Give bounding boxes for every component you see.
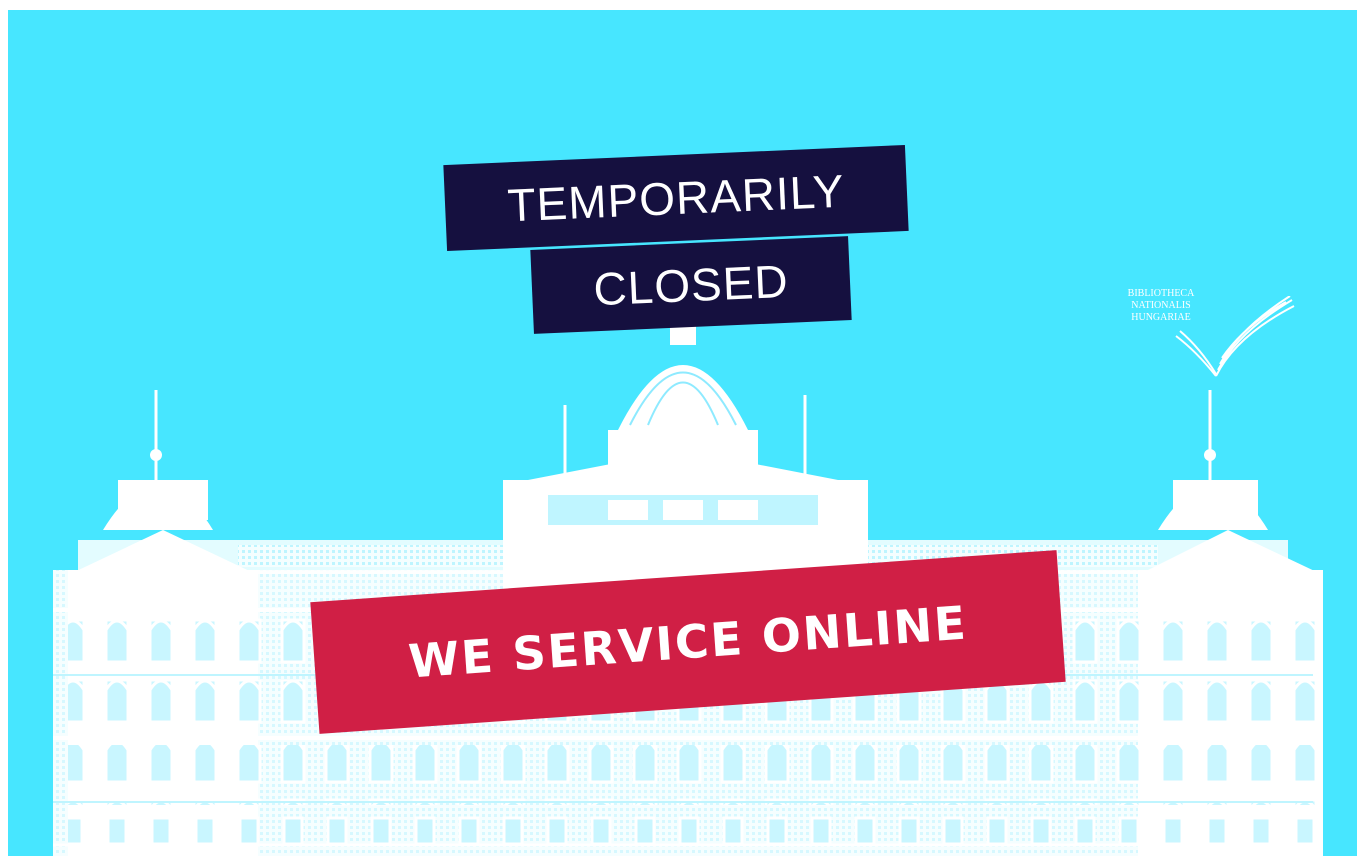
library-building-illustration bbox=[53, 325, 1323, 856]
closed-label: CLOSED bbox=[530, 236, 852, 334]
library-logo: BIBLIOTHECA NATIONALIS HUNGARIAE bbox=[1106, 288, 1296, 398]
closure-banner: TEMPORARILY CLOSED WE SERVICE ONLINE BIB… bbox=[8, 10, 1357, 856]
open-book-icon bbox=[1175, 296, 1295, 377]
